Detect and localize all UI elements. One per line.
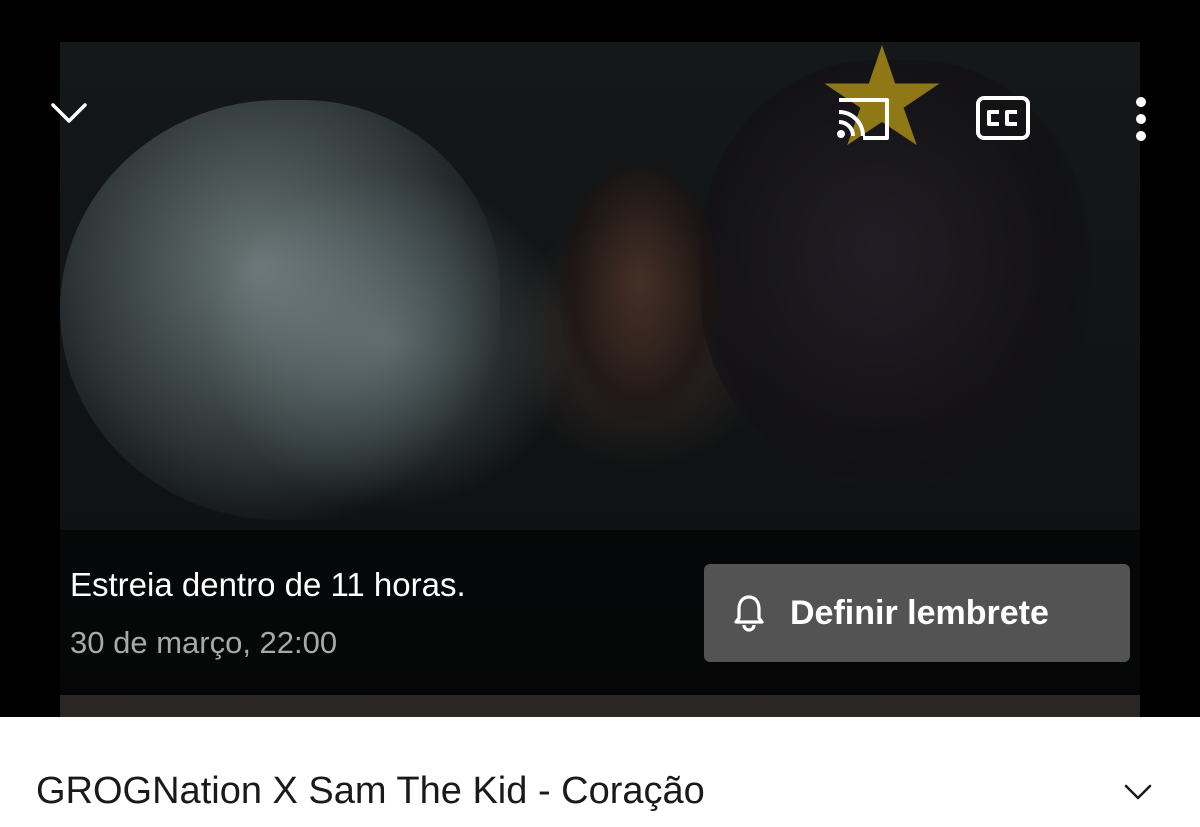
video-title: GROGNation X Sam The Kid - Coração [36,770,705,812]
chevron-down-icon [51,103,87,123]
premiere-status: Estreia dentro de 11 horas. [70,566,466,603]
closed-captions-icon [976,96,1030,140]
set-reminder-button[interactable]: Definir lembrete [704,564,1130,662]
cast-button[interactable] [832,93,894,143]
more-options-button[interactable] [1122,94,1160,144]
thumbnail-veil [60,100,500,520]
expand-description-button[interactable] [1118,772,1158,812]
thumbnail-face [560,170,720,420]
premiere-date: 30 de março, 22:00 [70,625,338,660]
minimize-button[interactable] [44,90,94,134]
set-reminder-label: Definir lembrete [790,593,1049,632]
more-vertical-icon [1136,97,1146,141]
cast-icon [837,98,889,140]
captions-button[interactable] [972,93,1034,143]
video-player[interactable]: Estreia dentro de 11 horas. 30 de março,… [0,0,1200,717]
bell-icon [734,594,764,632]
chevron-down-icon [1124,784,1152,800]
thumbnail-bottom-strip [60,695,1140,717]
